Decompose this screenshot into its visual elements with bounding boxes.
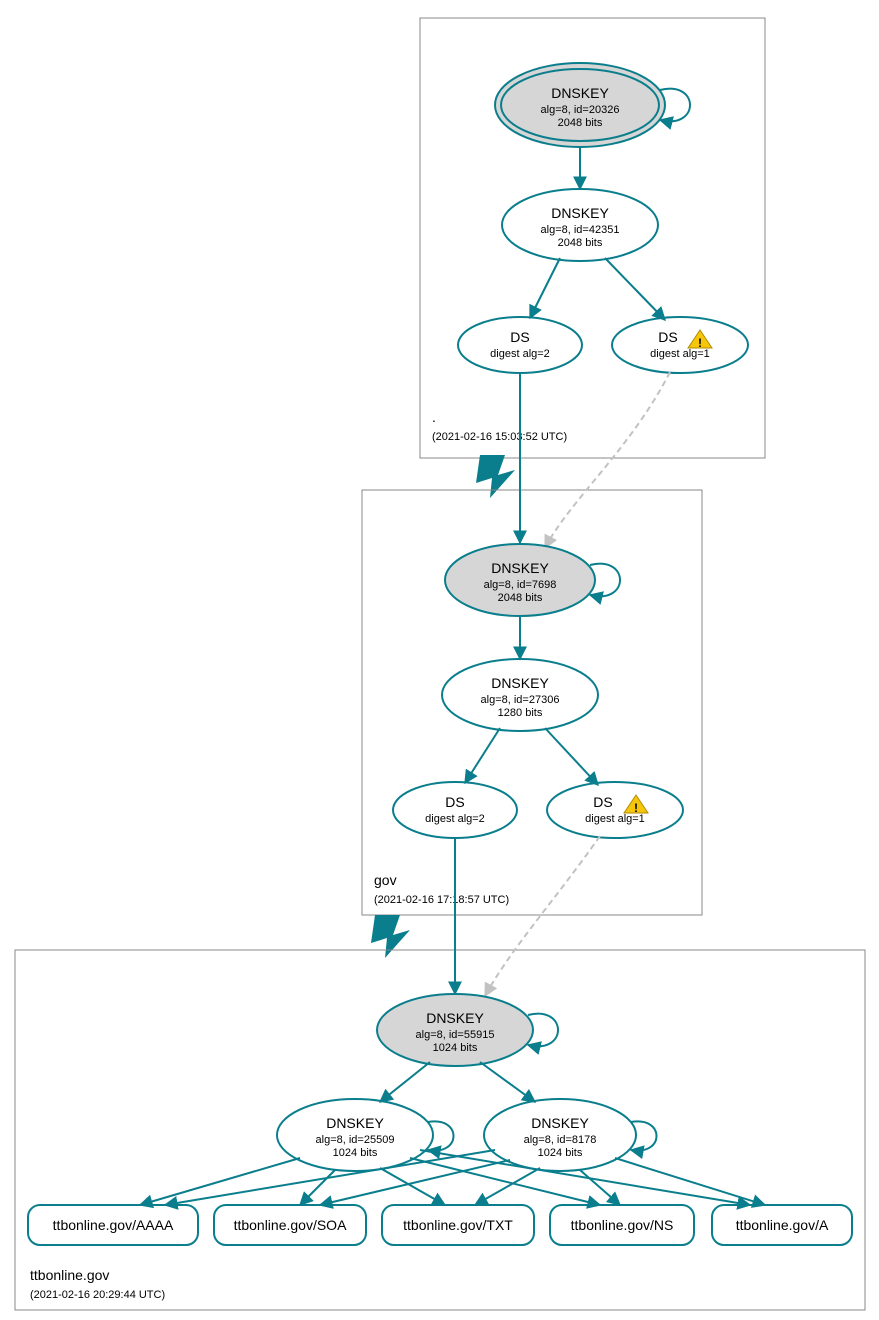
node-gov-zsk[interactable]: DNSKEY alg=8, id=27306 1280 bits xyxy=(442,659,598,731)
node-root-ksk[interactable]: DNSKEY alg=8, id=20326 2048 bits xyxy=(495,63,665,147)
edge-root-zsk-ds2 xyxy=(605,258,665,320)
zone-domain-label: ttbonline.gov xyxy=(30,1267,109,1283)
dom-zsk2-title: DNSKEY xyxy=(531,1115,589,1131)
rr-txt[interactable]: ttbonline.gov/TXT xyxy=(382,1205,534,1245)
gov-ksk-l1: alg=8, id=7698 xyxy=(484,579,557,591)
node-root-ds1[interactable]: DS digest alg=2 xyxy=(458,317,582,373)
gov-ds2-title: DS xyxy=(593,794,612,810)
zone-gov-label: gov xyxy=(374,872,397,888)
zone-root: . (2021-02-16 15:03:52 UTC) DNSKEY alg=8… xyxy=(420,18,765,458)
edge-gov-zsk-ds1 xyxy=(465,728,500,783)
edge-ds2-gov-ksk xyxy=(545,372,670,548)
e-z1-txt xyxy=(380,1168,445,1205)
dom-ksk-l1: alg=8, id=55915 xyxy=(416,1029,495,1041)
root-ksk-l1: alg=8, id=20326 xyxy=(541,104,620,116)
dom-ksk-title: DNSKEY xyxy=(426,1010,484,1026)
transition-arrow-gov-domain xyxy=(371,915,410,958)
transition-arrow-root-gov xyxy=(476,455,515,498)
gov-ksk-l2: 2048 bits xyxy=(498,592,543,604)
edge-gov-zsk-ds2 xyxy=(545,728,598,785)
root-ksk-title: DNSKEY xyxy=(551,85,609,101)
rr-a[interactable]: ttbonline.gov/A xyxy=(712,1205,852,1245)
zone-gov-ts: (2021-02-16 17:18:57 UTC) xyxy=(374,894,509,906)
root-ds1-l1: digest alg=2 xyxy=(490,348,550,360)
zone-domain-ts: (2021-02-16 20:29:44 UTC) xyxy=(30,1289,165,1301)
e-z2-ns xyxy=(580,1170,620,1205)
root-zsk-l2: 2048 bits xyxy=(558,237,603,249)
dom-ksk-l2: 1024 bits xyxy=(433,1042,478,1054)
e-z1-soa xyxy=(300,1170,335,1205)
gov-zsk-l2: 1280 bits xyxy=(498,707,543,719)
zone-gov: gov (2021-02-16 17:18:57 UTC) DNSKEY alg… xyxy=(362,372,702,915)
root-zsk-title: DNSKEY xyxy=(551,205,609,221)
rr-soa-text: ttbonline.gov/SOA xyxy=(234,1217,348,1233)
node-domain-zsk1[interactable]: DNSKEY alg=8, id=25509 1024 bits xyxy=(277,1099,433,1171)
svg-text:!: ! xyxy=(634,801,638,815)
edge-ksk-zsk2 xyxy=(480,1062,535,1102)
rr-a-text: ttbonline.gov/A xyxy=(736,1217,829,1233)
root-ds1-title: DS xyxy=(510,329,529,345)
svg-text:!: ! xyxy=(698,336,702,350)
dom-zsk2-l1: alg=8, id=8178 xyxy=(524,1134,597,1146)
e-z2-txt xyxy=(475,1168,540,1205)
zone-domain: ttbonline.gov (2021-02-16 20:29:44 UTC) … xyxy=(15,836,865,1310)
rr-aaaa-text: ttbonline.gov/AAAA xyxy=(53,1217,174,1233)
edge-govds2-dom-ksk xyxy=(485,836,600,996)
node-gov-ksk[interactable]: DNSKEY alg=8, id=7698 2048 bits xyxy=(445,544,595,616)
rr-ns-text: ttbonline.gov/NS xyxy=(571,1217,674,1233)
edge-ksk-zsk1 xyxy=(380,1062,430,1102)
zone-root-label: . xyxy=(432,409,436,425)
dom-zsk1-l1: alg=8, id=25509 xyxy=(316,1134,395,1146)
gov-ds1-l1: digest alg=2 xyxy=(425,813,485,825)
rr-txt-text: ttbonline.gov/TXT xyxy=(403,1217,513,1233)
dom-zsk1-l2: 1024 bits xyxy=(333,1147,378,1159)
gov-zsk-l1: alg=8, id=27306 xyxy=(481,694,560,706)
gov-ds1-title: DS xyxy=(445,794,464,810)
zone-root-ts: (2021-02-16 15:03:52 UTC) xyxy=(432,431,567,443)
node-root-zsk[interactable]: DNSKEY alg=8, id=42351 2048 bits xyxy=(502,189,658,261)
e-z1-aaaa xyxy=(140,1158,300,1205)
root-ksk-l2: 2048 bits xyxy=(558,117,603,129)
dom-zsk1-title: DNSKEY xyxy=(326,1115,384,1131)
node-root-ds2[interactable]: DS digest alg=1 ! xyxy=(612,317,748,373)
rr-soa[interactable]: ttbonline.gov/SOA xyxy=(214,1205,366,1245)
node-gov-ds2[interactable]: DS digest alg=1 ! xyxy=(547,782,683,838)
rr-ns[interactable]: ttbonline.gov/NS xyxy=(550,1205,694,1245)
edge-root-zsk-ds1 xyxy=(530,258,560,318)
gov-zsk-title: DNSKEY xyxy=(491,675,549,691)
node-gov-ds1[interactable]: DS digest alg=2 xyxy=(393,782,517,838)
root-ds2-title: DS xyxy=(658,329,677,345)
node-domain-ksk[interactable]: DNSKEY alg=8, id=55915 1024 bits xyxy=(377,994,533,1066)
rr-aaaa[interactable]: ttbonline.gov/AAAA xyxy=(28,1205,198,1245)
gov-ksk-title: DNSKEY xyxy=(491,560,549,576)
dom-zsk2-l2: 1024 bits xyxy=(538,1147,583,1159)
root-zsk-l1: alg=8, id=42351 xyxy=(541,224,620,236)
e-z2-a xyxy=(615,1158,765,1205)
